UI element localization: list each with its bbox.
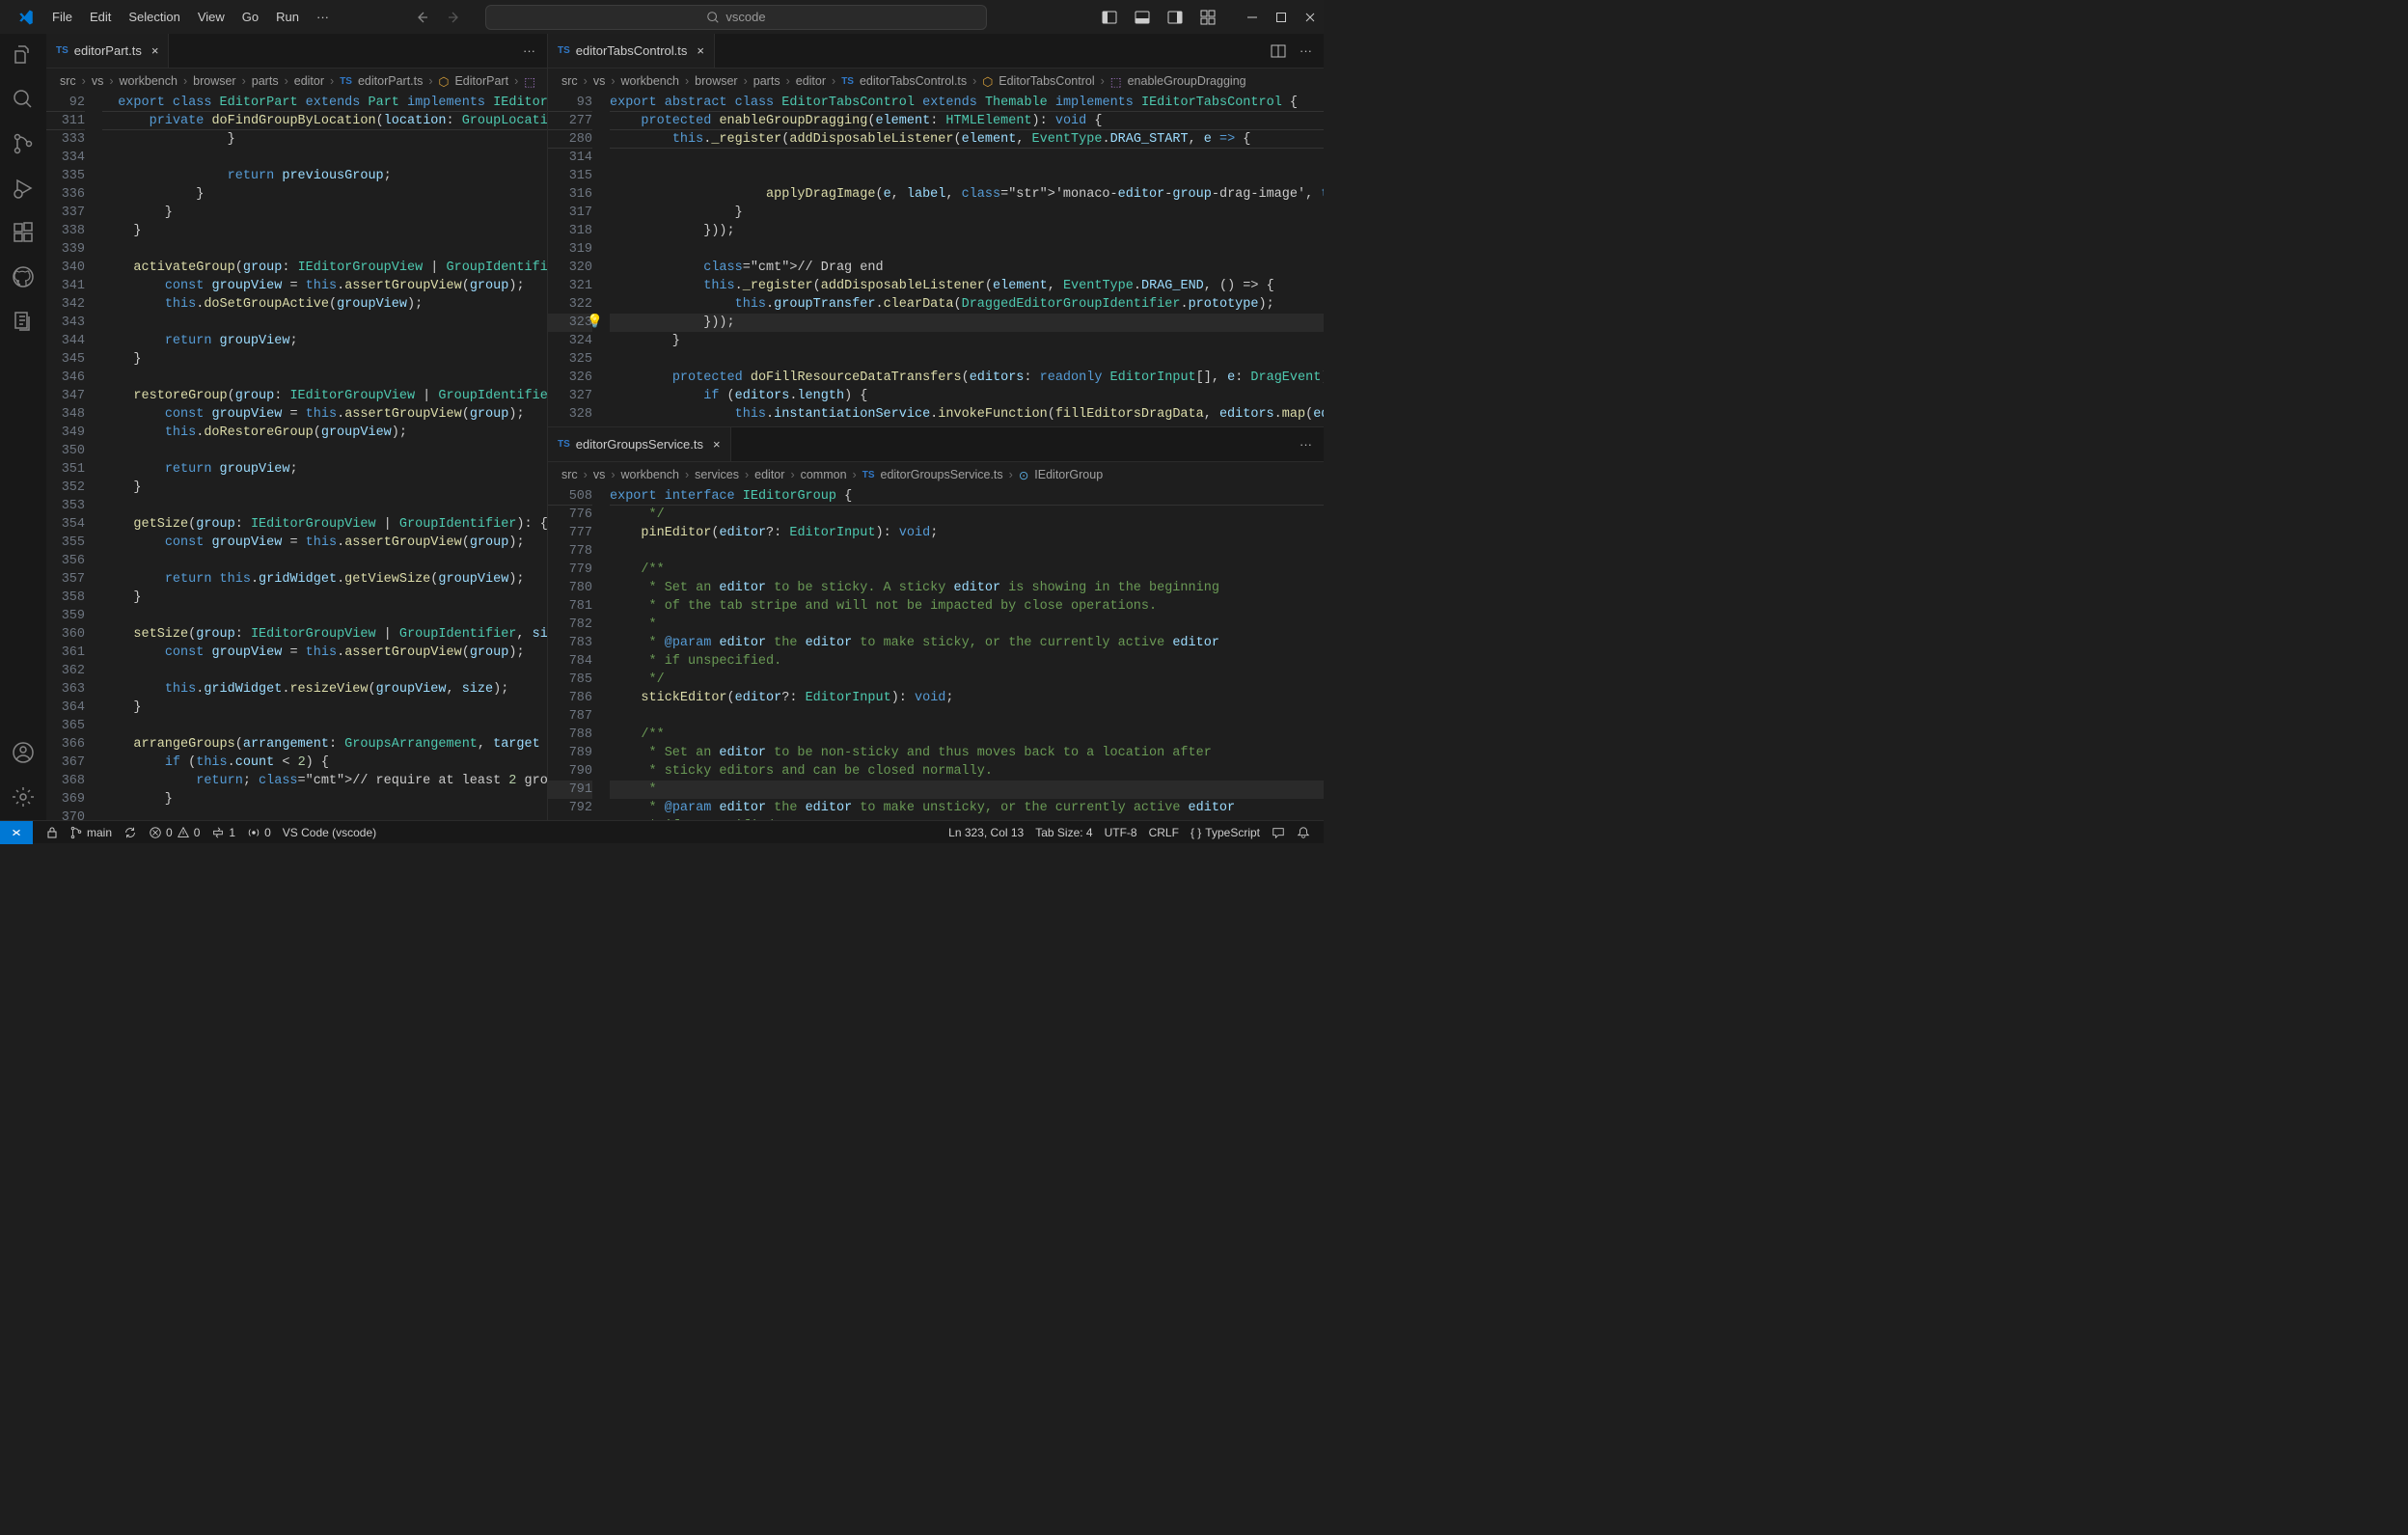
layout-sidebar-left-icon[interactable] bbox=[1102, 10, 1117, 25]
typescript-icon: TS bbox=[56, 45, 68, 56]
status-bar: main 0 0 1 0 VS Code (vscode) Ln 323, Co… bbox=[0, 820, 1324, 843]
menu-view[interactable]: View bbox=[190, 6, 233, 28]
menu-bar: File Edit Selection View Go Run ··· bbox=[44, 6, 337, 28]
references-icon[interactable] bbox=[12, 310, 35, 333]
status-encoding[interactable]: UTF-8 bbox=[1099, 826, 1143, 839]
search-placeholder: vscode bbox=[725, 10, 765, 24]
extensions-icon[interactable] bbox=[12, 221, 35, 244]
window-minimize-icon[interactable] bbox=[1246, 12, 1258, 23]
menu-edit[interactable]: Edit bbox=[82, 6, 119, 28]
status-sync-icon[interactable] bbox=[118, 826, 143, 839]
command-center[interactable]: vscode bbox=[485, 5, 987, 30]
menu-run[interactable]: Run bbox=[268, 6, 307, 28]
class-icon: ⬡ bbox=[439, 74, 450, 89]
layout-sidebar-right-icon[interactable] bbox=[1167, 10, 1183, 25]
explorer-icon[interactable] bbox=[12, 43, 35, 67]
status-problems[interactable]: 0 0 bbox=[143, 826, 205, 839]
nav-back-icon[interactable] bbox=[414, 10, 429, 25]
breadcrumb[interactable]: src› vs› workbench› services› editor› co… bbox=[548, 462, 1324, 487]
typescript-icon: TS bbox=[841, 76, 854, 87]
tab-editor-part[interactable]: TS editorPart.ts × bbox=[46, 34, 169, 68]
layout-panel-icon[interactable] bbox=[1135, 10, 1150, 25]
class-icon: ⬡ bbox=[982, 74, 993, 89]
status-language[interactable]: { } TypeScript bbox=[1185, 826, 1266, 839]
run-debug-icon[interactable] bbox=[12, 177, 35, 200]
status-project[interactable]: VS Code (vscode) bbox=[277, 826, 382, 839]
menu-file[interactable]: File bbox=[44, 6, 80, 28]
close-icon[interactable]: × bbox=[713, 437, 721, 452]
split-editor-icon[interactable] bbox=[1271, 43, 1286, 59]
breadcrumb[interactable]: src› vs› workbench› browser› parts› edit… bbox=[548, 69, 1324, 94]
editor-group-right-bottom: TS editorGroupsService.ts × ··· src› vs›… bbox=[548, 427, 1324, 820]
tab-label: editorGroupsService.ts bbox=[576, 437, 703, 452]
typescript-icon: TS bbox=[862, 470, 875, 480]
title-bar: File Edit Selection View Go Run ··· vsco… bbox=[0, 0, 1324, 34]
editor-left-code[interactable]: 9231133333433533633733833934034134234334… bbox=[46, 94, 547, 820]
typescript-icon: TS bbox=[558, 439, 570, 450]
close-icon[interactable]: × bbox=[151, 43, 159, 58]
typescript-icon: TS bbox=[558, 45, 570, 56]
status-lock-icon[interactable] bbox=[41, 827, 64, 838]
breadcrumb[interactable]: src› vs› workbench› browser› parts› edit… bbox=[46, 69, 547, 94]
status-radio[interactable]: 0 bbox=[241, 826, 277, 839]
editor-right-top-code[interactable]: 9327728031431531631731831932032132232332… bbox=[548, 94, 1324, 426]
source-control-icon[interactable] bbox=[12, 132, 35, 155]
github-icon[interactable] bbox=[12, 265, 35, 288]
search-icon[interactable] bbox=[12, 88, 35, 111]
tab-editor-tabs-control[interactable]: TS editorTabsControl.ts × bbox=[548, 34, 715, 68]
activity-bar bbox=[0, 34, 46, 820]
status-eol[interactable]: CRLF bbox=[1143, 826, 1185, 839]
interface-icon: ⊙ bbox=[1019, 468, 1028, 482]
nav-forward-icon[interactable] bbox=[447, 10, 462, 25]
tab-label: editorPart.ts bbox=[74, 43, 142, 58]
vscode-logo-icon bbox=[17, 9, 35, 26]
more-actions-icon[interactable]: ··· bbox=[1300, 43, 1312, 58]
tab-editor-groups-service[interactable]: TS editorGroupsService.ts × bbox=[548, 427, 731, 461]
status-tab-size[interactable]: Tab Size: 4 bbox=[1029, 826, 1098, 839]
status-ports[interactable]: 1 bbox=[205, 826, 241, 839]
editor-group-right-top: TS editorTabsControl.ts × ··· src› vs› w… bbox=[548, 34, 1324, 427]
remote-indicator-icon[interactable] bbox=[0, 821, 33, 844]
status-line-col[interactable]: Ln 323, Col 13 bbox=[943, 826, 1029, 839]
method-icon: ⬚ bbox=[524, 74, 535, 89]
layout-customize-icon[interactable] bbox=[1200, 10, 1216, 25]
window-close-icon[interactable] bbox=[1304, 12, 1316, 23]
window-maximize-icon[interactable] bbox=[1275, 12, 1287, 23]
close-icon[interactable]: × bbox=[697, 43, 704, 58]
menu-more-icon[interactable]: ··· bbox=[309, 6, 337, 28]
editor-right-bottom-code[interactable]: 5087767777787797807817827837847857867877… bbox=[548, 487, 1324, 820]
status-feedback-icon[interactable] bbox=[1266, 826, 1291, 839]
more-actions-icon[interactable]: ··· bbox=[1300, 437, 1312, 452]
status-bell-icon[interactable] bbox=[1291, 826, 1316, 839]
accounts-icon[interactable] bbox=[12, 741, 35, 764]
editor-group-left: TS editorPart.ts × ··· src› vs› workbenc… bbox=[46, 34, 548, 820]
menu-selection[interactable]: Selection bbox=[121, 6, 187, 28]
more-actions-icon[interactable]: ··· bbox=[523, 43, 535, 58]
typescript-icon: TS bbox=[340, 76, 352, 87]
menu-go[interactable]: Go bbox=[234, 6, 266, 28]
tab-label: editorTabsControl.ts bbox=[576, 43, 688, 58]
status-branch[interactable]: main bbox=[64, 826, 118, 839]
method-icon: ⬚ bbox=[1110, 74, 1122, 89]
settings-gear-icon[interactable] bbox=[12, 785, 35, 809]
